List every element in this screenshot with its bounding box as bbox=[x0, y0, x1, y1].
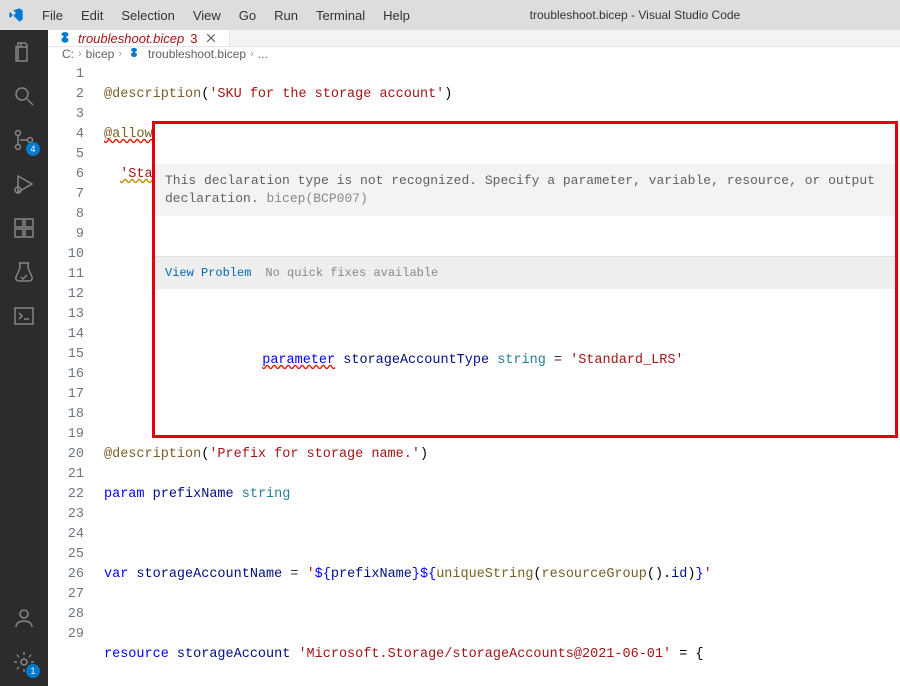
chevron-right-icon: › bbox=[250, 48, 254, 60]
editor-area: troubleshoot.bicep 3 C: › bicep › troubl… bbox=[48, 30, 900, 686]
activity-bar: 4 1 bbox=[0, 30, 48, 686]
accounts-icon[interactable] bbox=[10, 604, 38, 632]
code-editor[interactable]: 1234567891011121314151617181920212223242… bbox=[48, 61, 900, 686]
close-tab-icon[interactable] bbox=[203, 30, 219, 46]
source-control-icon[interactable]: 4 bbox=[10, 126, 38, 154]
settings-badge: 1 bbox=[26, 664, 40, 678]
bicep-file-icon bbox=[128, 47, 142, 61]
breadcrumb-seg[interactable]: troubleshoot.bicep bbox=[148, 47, 246, 61]
chevron-right-icon: › bbox=[78, 48, 82, 60]
problem-hover-widget: This declaration type is not recognized.… bbox=[152, 121, 898, 438]
main-menu: File Edit Selection View Go Run Terminal… bbox=[34, 5, 418, 26]
scm-badge: 4 bbox=[26, 142, 40, 156]
bicep-file-icon bbox=[58, 31, 72, 45]
menu-terminal[interactable]: Terminal bbox=[308, 5, 373, 26]
settings-gear-icon[interactable]: 1 bbox=[10, 648, 38, 676]
breadcrumb-seg[interactable]: C: bbox=[62, 47, 74, 61]
menu-run[interactable]: Run bbox=[266, 5, 306, 26]
menu-view[interactable]: View bbox=[185, 5, 229, 26]
run-debug-icon[interactable] bbox=[10, 170, 38, 198]
vscode-logo-icon bbox=[8, 7, 24, 23]
code-content[interactable]: @description('SKU for the storage accoun… bbox=[96, 61, 900, 686]
tab-problem-count: 3 bbox=[190, 31, 197, 46]
menu-file[interactable]: File bbox=[34, 5, 71, 26]
problem-code-line: parameter storageAccountType string = 'S… bbox=[155, 329, 895, 395]
breadcrumbs[interactable]: C: › bicep › troubleshoot.bicep › ... bbox=[48, 47, 900, 61]
testing-icon[interactable] bbox=[10, 258, 38, 286]
menu-edit[interactable]: Edit bbox=[73, 5, 111, 26]
explorer-icon[interactable] bbox=[10, 38, 38, 66]
tab-filename: troubleshoot.bicep bbox=[78, 31, 184, 46]
extensions-icon[interactable] bbox=[10, 214, 38, 242]
chevron-right-icon: › bbox=[118, 48, 122, 60]
line-number-gutter: 1234567891011121314151617181920212223242… bbox=[48, 61, 96, 686]
window-title: troubleshoot.bicep - Visual Studio Code bbox=[378, 8, 892, 22]
breadcrumb-seg[interactable]: ... bbox=[258, 47, 268, 61]
no-quick-fixes-label: No quick fixes available bbox=[265, 263, 438, 283]
view-problem-link[interactable]: View Problem bbox=[165, 263, 251, 283]
breadcrumb-seg[interactable]: bicep bbox=[86, 47, 115, 61]
terminal-panel-icon[interactable] bbox=[10, 302, 38, 330]
search-icon[interactable] bbox=[10, 82, 38, 110]
tab-troubleshoot-bicep[interactable]: troubleshoot.bicep 3 bbox=[48, 30, 230, 46]
menu-go[interactable]: Go bbox=[231, 5, 264, 26]
hover-actions: View Problem No quick fixes available bbox=[155, 256, 895, 289]
hover-message: This declaration type is not recognized.… bbox=[155, 164, 895, 216]
editor-tabs: troubleshoot.bicep 3 bbox=[48, 30, 900, 47]
menu-selection[interactable]: Selection bbox=[113, 5, 182, 26]
title-bar: File Edit Selection View Go Run Terminal… bbox=[0, 0, 900, 30]
